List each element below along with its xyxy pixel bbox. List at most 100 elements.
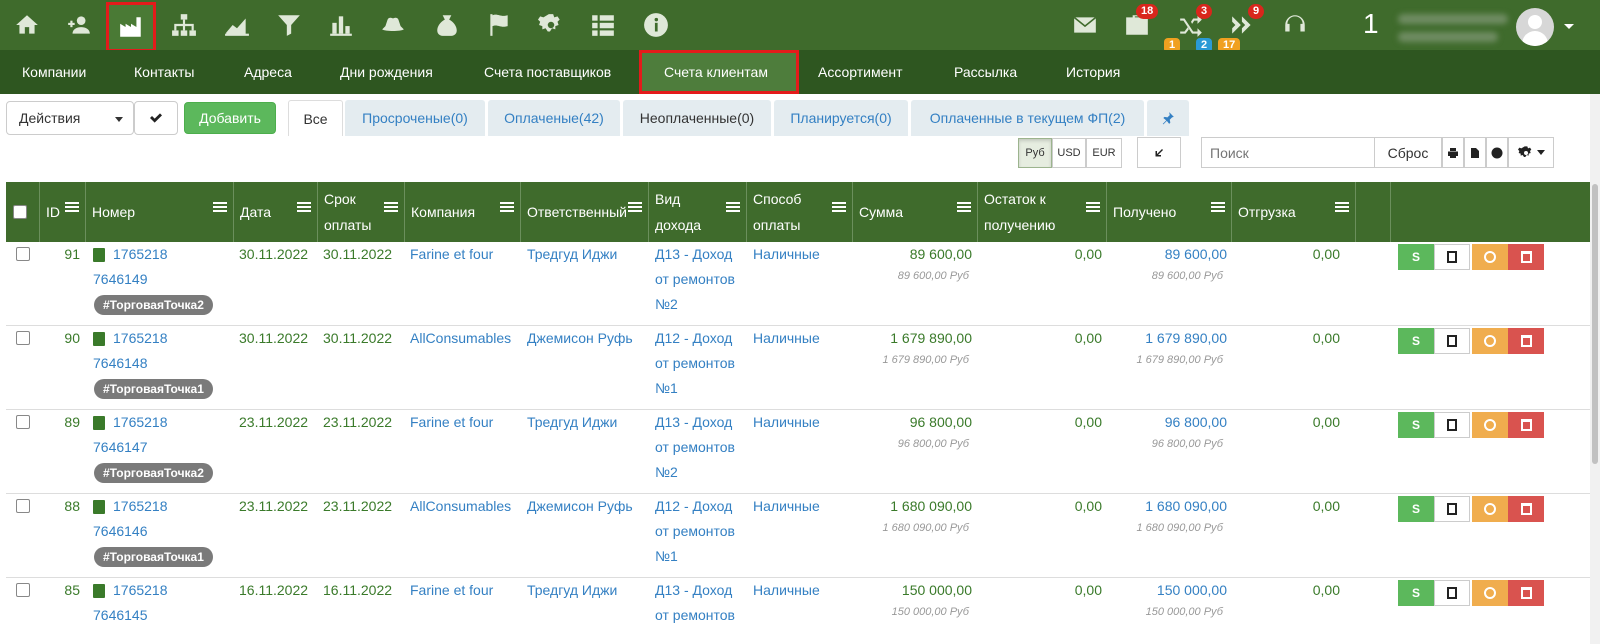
row-company-link[interactable]: AllConsumables bbox=[410, 326, 511, 351]
nav-item-companies[interactable]: Компании bbox=[18, 50, 90, 94]
row-checkbox[interactable] bbox=[16, 331, 30, 345]
nav-item-history[interactable]: История bbox=[1062, 50, 1124, 94]
header-due-date[interactable]: Срок оплаты bbox=[318, 182, 405, 242]
nav-item-contacts[interactable]: Контакты bbox=[130, 50, 198, 94]
settings-dropdown[interactable] bbox=[1508, 137, 1554, 168]
row-checkbox[interactable] bbox=[16, 247, 30, 261]
invoice-number-link[interactable]: 1765218 bbox=[113, 578, 168, 603]
invoice-number-link[interactable]: 1765218 bbox=[113, 410, 168, 435]
info-icon[interactable] bbox=[639, 8, 673, 42]
pay-button[interactable]: S bbox=[1398, 412, 1434, 438]
pay-button[interactable]: S bbox=[1398, 580, 1434, 606]
row-income-type-link-2[interactable]: от ремонтов bbox=[655, 267, 735, 292]
pay-button[interactable]: S bbox=[1398, 496, 1434, 522]
nav-item-mailing[interactable]: Рассылка bbox=[950, 50, 1021, 94]
cancel-button[interactable] bbox=[1472, 412, 1508, 438]
pay-button[interactable]: S bbox=[1398, 244, 1434, 270]
confirm-button[interactable] bbox=[134, 101, 178, 135]
row-payment-method-link[interactable]: Наличные bbox=[753, 578, 820, 603]
row-payment-method-link[interactable]: Наличные bbox=[753, 410, 820, 435]
info-button[interactable] bbox=[1486, 137, 1508, 168]
contacts-icon[interactable] bbox=[62, 8, 96, 42]
row-checkbox[interactable] bbox=[16, 499, 30, 513]
flag-icon[interactable] bbox=[482, 8, 516, 42]
row-tag[interactable]: #ТорговаяТочка1 bbox=[94, 379, 213, 399]
header-date[interactable]: Дата bbox=[234, 182, 318, 242]
row-responsible-link[interactable]: Джемисон Руфь bbox=[527, 494, 633, 519]
nav-item-assortment[interactable]: Ассортимент bbox=[814, 50, 907, 94]
headset-icon[interactable] bbox=[1278, 8, 1312, 42]
row-payment-method-link[interactable]: Наличные bbox=[753, 494, 820, 519]
header-responsible[interactable]: Ответственный bbox=[521, 182, 649, 242]
row-responsible-link[interactable]: Джемисон Руфь bbox=[527, 326, 633, 351]
header-number[interactable]: Номер bbox=[86, 182, 234, 242]
search-input[interactable] bbox=[1201, 137, 1400, 168]
export-button[interactable] bbox=[1464, 137, 1486, 168]
tab-paid-current-fp[interactable]: Оплаченные в текущем ФП(2) bbox=[911, 100, 1144, 136]
copy-button[interactable] bbox=[1434, 496, 1470, 522]
row-received-link[interactable]: 1 679 890,00 bbox=[1113, 326, 1227, 351]
chevron-down-icon[interactable] bbox=[1564, 24, 1574, 29]
header-balance-due[interactable]: Остаток к получению bbox=[978, 182, 1107, 242]
gear-icon[interactable] bbox=[534, 8, 568, 42]
factory-icon[interactable] bbox=[106, 2, 156, 52]
row-company-link[interactable]: Farine et four bbox=[410, 578, 493, 603]
mail-icon[interactable] bbox=[1068, 8, 1102, 42]
invoice-number-link-2[interactable]: 7646149 bbox=[93, 267, 148, 292]
row-received-link[interactable]: 96 800,00 bbox=[1113, 410, 1227, 435]
delete-button[interactable] bbox=[1508, 244, 1544, 270]
reset-button[interactable]: Сброс bbox=[1374, 137, 1442, 168]
row-tag[interactable]: #ТорговаяТочка2 bbox=[94, 295, 213, 315]
pay-button[interactable]: S bbox=[1398, 328, 1434, 354]
nav-item-addresses[interactable]: Адреса bbox=[240, 50, 296, 94]
row-income-type-link-3[interactable]: №1 bbox=[655, 376, 678, 401]
invoice-number-link[interactable]: 1765218 bbox=[113, 326, 168, 351]
scrollbar-thumb[interactable] bbox=[1592, 184, 1598, 464]
header-company[interactable]: Компания bbox=[405, 182, 521, 242]
row-tag[interactable]: #ТорговаяТочка1 bbox=[94, 547, 213, 567]
money-bag-icon[interactable] bbox=[430, 8, 464, 42]
header-income-type[interactable]: Вид дохода bbox=[649, 182, 747, 242]
cancel-button[interactable] bbox=[1472, 328, 1508, 354]
cancel-button[interactable] bbox=[1472, 244, 1508, 270]
row-company-link[interactable]: AllConsumables bbox=[410, 494, 511, 519]
row-payment-method-link[interactable]: Наличные bbox=[753, 326, 820, 351]
cancel-button[interactable] bbox=[1472, 496, 1508, 522]
area-chart-icon[interactable] bbox=[220, 8, 254, 42]
row-income-type-link[interactable]: Д12 - Доход bbox=[655, 326, 732, 351]
row-income-type-link-2[interactable]: от ремонтов bbox=[655, 351, 735, 376]
row-income-type-link[interactable]: Д13 - Доход bbox=[655, 410, 732, 435]
row-income-type-link-2[interactable]: от ремонтов bbox=[655, 519, 735, 544]
tab-paid[interactable]: Оплаченые(42) bbox=[488, 100, 620, 136]
row-income-type-link-2[interactable]: от ремонтов bbox=[655, 435, 735, 460]
row-income-type-link-3[interactable]: №1 bbox=[655, 544, 678, 569]
select-all-checkbox[interactable] bbox=[13, 205, 27, 219]
header-shipment[interactable]: Отгрузка bbox=[1232, 182, 1356, 242]
invoice-number-link-2[interactable]: 7646147 bbox=[93, 435, 148, 460]
tab-pin[interactable] bbox=[1147, 100, 1189, 136]
row-income-type-link[interactable]: Д12 - Доход bbox=[655, 494, 732, 519]
tab-planned[interactable]: Планируется(0) bbox=[774, 100, 908, 136]
invoice-number-link[interactable]: 1765218 bbox=[113, 494, 168, 519]
nav-item-client-invoices[interactable]: Счета клиентам bbox=[639, 50, 799, 94]
row-income-type-link[interactable]: Д13 - Доход bbox=[655, 242, 732, 267]
copy-button[interactable] bbox=[1434, 412, 1470, 438]
delete-button[interactable] bbox=[1508, 496, 1544, 522]
hat-icon[interactable] bbox=[376, 8, 410, 42]
add-button[interactable]: Добавить bbox=[184, 102, 276, 134]
home-icon[interactable] bbox=[10, 8, 44, 42]
row-income-type-link-3[interactable]: №2 bbox=[655, 292, 678, 317]
tab-all[interactable]: Все bbox=[288, 100, 343, 136]
row-tag[interactable]: #ТорговаяТочка2 bbox=[94, 463, 213, 483]
filter-icon[interactable] bbox=[272, 8, 306, 42]
cancel-button[interactable] bbox=[1472, 580, 1508, 606]
row-received-link[interactable]: 1 680 090,00 bbox=[1113, 494, 1227, 519]
nav-item-birthdays[interactable]: Дни рождения bbox=[336, 50, 437, 94]
avatar[interactable] bbox=[1516, 8, 1554, 46]
row-responsible-link[interactable]: Тредгуд Иджи bbox=[527, 410, 617, 435]
copy-button[interactable] bbox=[1434, 580, 1470, 606]
bar-chart-icon[interactable] bbox=[324, 8, 358, 42]
row-checkbox[interactable] bbox=[16, 415, 30, 429]
nav-item-supplier-invoices[interactable]: Счета поставщиков bbox=[480, 50, 615, 94]
row-responsible-link[interactable]: Тредгуд Иджи bbox=[527, 242, 617, 267]
